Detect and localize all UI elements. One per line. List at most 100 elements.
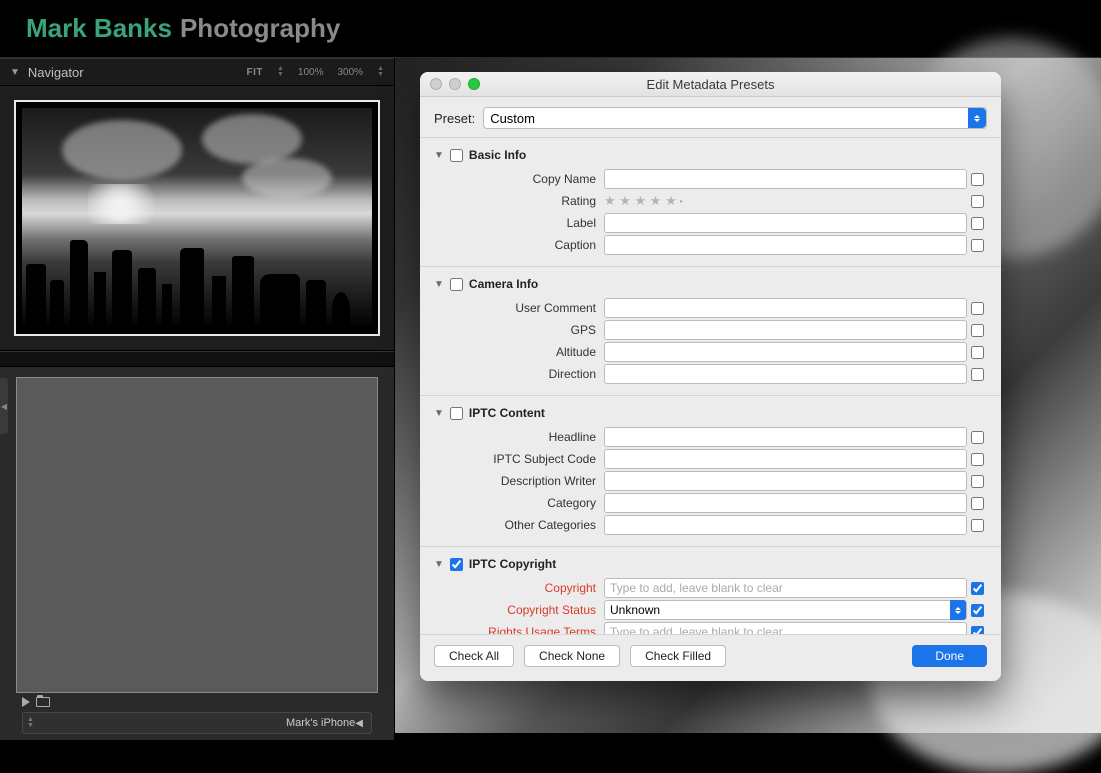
- brand-name: Mark Banks: [26, 13, 172, 44]
- checkbox-label[interactable]: [971, 217, 984, 230]
- checkbox-headline[interactable]: [971, 431, 984, 444]
- label-altitude: Altitude: [434, 345, 604, 359]
- label-caption: Caption: [434, 238, 604, 252]
- input-headline[interactable]: [604, 427, 967, 447]
- combo-stepper-icon: ▲▼: [27, 717, 34, 729]
- input-caption[interactable]: [604, 235, 967, 255]
- checkbox-user-comment[interactable]: [971, 302, 984, 315]
- label-copyright-status: Copyright Status: [434, 603, 604, 617]
- label-headline: Headline: [434, 430, 604, 444]
- label-subject-code: IPTC Subject Code: [434, 452, 604, 466]
- disclosure-triangle-icon[interactable]: ▼: [434, 279, 444, 290]
- checkbox-other-categories[interactable]: [971, 519, 984, 532]
- disclosure-triangle-icon[interactable]: ▼: [434, 150, 444, 161]
- zoom-controls: FIT ▲▼ 100% 300% ▲▼: [246, 66, 384, 78]
- brand-suffix: Photography: [180, 13, 340, 44]
- zoom-fit[interactable]: FIT: [246, 67, 263, 78]
- input-altitude[interactable]: [604, 342, 967, 362]
- label-desc-writer: Description Writer: [434, 474, 604, 488]
- checkbox-subject-code[interactable]: [971, 453, 984, 466]
- select-value: Unknown: [610, 603, 660, 617]
- input-copyright[interactable]: [604, 578, 967, 598]
- label-rating: Rating: [434, 194, 604, 208]
- disclosure-triangle-icon[interactable]: ▼: [10, 67, 20, 78]
- section-title: Camera Info: [469, 277, 538, 291]
- checkbox-copyright[interactable]: [971, 582, 984, 595]
- checkbox-copyright-status[interactable]: [971, 604, 984, 617]
- folder-strip: [0, 351, 394, 367]
- play-icon[interactable]: [22, 697, 30, 707]
- section-checkbox-iptc-content[interactable]: [450, 407, 463, 420]
- combo-arrow-icon: ◀: [355, 718, 363, 729]
- preset-value: Custom: [490, 111, 535, 126]
- navigator-preview[interactable]: [0, 86, 394, 351]
- label-rights-usage: Rights Usage Terms: [434, 625, 604, 635]
- check-filled-button[interactable]: Check Filled: [630, 645, 726, 667]
- checkbox-category[interactable]: [971, 497, 984, 510]
- zoom-100[interactable]: 100%: [298, 67, 324, 78]
- edit-metadata-presets-dialog: Edit Metadata Presets Preset: Custom ▼ B…: [420, 72, 1001, 681]
- section-title: IPTC Content: [469, 406, 545, 420]
- app-header: Mark Banks Photography: [0, 0, 1101, 58]
- checkbox-direction[interactable]: [971, 368, 984, 381]
- input-copy-name[interactable]: [604, 169, 967, 189]
- section-checkbox-camera[interactable]: [450, 278, 463, 291]
- label-user-comment: User Comment: [434, 301, 604, 315]
- dialog-title: Edit Metadata Presets: [420, 77, 1001, 92]
- label-category: Category: [434, 496, 604, 510]
- input-subject-code[interactable]: [604, 449, 967, 469]
- input-rights-usage[interactable]: [604, 622, 967, 635]
- device-combo[interactable]: ▲▼ Mark's iPhone ◀: [22, 712, 372, 734]
- input-label[interactable]: [604, 213, 967, 233]
- section-basic-info: ▼ Basic Info Copy Name Rating ★ ★ ★ ★ ★•…: [420, 138, 1001, 267]
- disclosure-triangle-icon[interactable]: ▼: [434, 559, 444, 570]
- done-button[interactable]: Done: [912, 645, 987, 667]
- input-desc-writer[interactable]: [604, 471, 967, 491]
- label-copy-name: Copy Name: [434, 172, 604, 186]
- preset-select[interactable]: Custom: [483, 107, 987, 129]
- section-checkbox-iptc-copyright[interactable]: [450, 558, 463, 571]
- dialog-footer: Check All Check None Check Filled Done: [420, 635, 1001, 681]
- checkbox-altitude[interactable]: [971, 346, 984, 359]
- preset-label: Preset:: [434, 111, 475, 126]
- preview-image: [22, 108, 372, 328]
- input-category[interactable]: [604, 493, 967, 513]
- label-gps: GPS: [434, 323, 604, 337]
- section-iptc-copyright: ▼ IPTC Copyright Copyright Copyright Sta…: [420, 547, 1001, 635]
- input-gps[interactable]: [604, 320, 967, 340]
- dialog-titlebar[interactable]: Edit Metadata Presets: [420, 72, 1001, 97]
- checkbox-rating[interactable]: [971, 195, 984, 208]
- filmstrip-area: ▲▼ Mark's iPhone ◀: [0, 367, 394, 740]
- device-combo-label: Mark's iPhone: [286, 717, 355, 729]
- zoom-300[interactable]: 300%: [337, 67, 363, 78]
- section-iptc-content: ▼ IPTC Content Headline IPTC Subject Cod…: [420, 396, 1001, 547]
- navigator-title: Navigator: [28, 65, 84, 80]
- zoom-stepper-icon[interactable]: ▲▼: [277, 66, 284, 78]
- zoom-stepper2-icon[interactable]: ▲▼: [377, 66, 384, 78]
- filmstrip-frame[interactable]: [16, 377, 378, 693]
- folder-icon[interactable]: [36, 697, 50, 707]
- select-arrows-icon: [950, 600, 966, 620]
- section-title: Basic Info: [469, 148, 526, 162]
- panel-collapse-handle[interactable]: ◀: [0, 378, 8, 434]
- disclosure-triangle-icon[interactable]: ▼: [434, 408, 444, 419]
- checkbox-gps[interactable]: [971, 324, 984, 337]
- left-panel: ▼ Navigator FIT ▲▼ 100% 300% ▲▼: [0, 58, 395, 733]
- input-other-categories[interactable]: [604, 515, 967, 535]
- checkbox-rights-usage[interactable]: [971, 626, 984, 636]
- checkbox-caption[interactable]: [971, 239, 984, 252]
- check-none-button[interactable]: Check None: [524, 645, 620, 667]
- section-checkbox-basic[interactable]: [450, 149, 463, 162]
- label-other-categories: Other Categories: [434, 518, 604, 532]
- navigator-header[interactable]: ▼ Navigator FIT ▲▼ 100% 300% ▲▼: [0, 58, 394, 86]
- check-all-button[interactable]: Check All: [434, 645, 514, 667]
- checkbox-copy-name[interactable]: [971, 173, 984, 186]
- label-copyright: Copyright: [434, 581, 604, 595]
- section-title: IPTC Copyright: [469, 557, 556, 571]
- checkbox-desc-writer[interactable]: [971, 475, 984, 488]
- select-arrows-icon: [968, 108, 986, 128]
- rating-stars[interactable]: ★ ★ ★ ★ ★•: [604, 193, 683, 209]
- input-user-comment[interactable]: [604, 298, 967, 318]
- input-direction[interactable]: [604, 364, 967, 384]
- select-copyright-status[interactable]: Unknown: [604, 600, 967, 620]
